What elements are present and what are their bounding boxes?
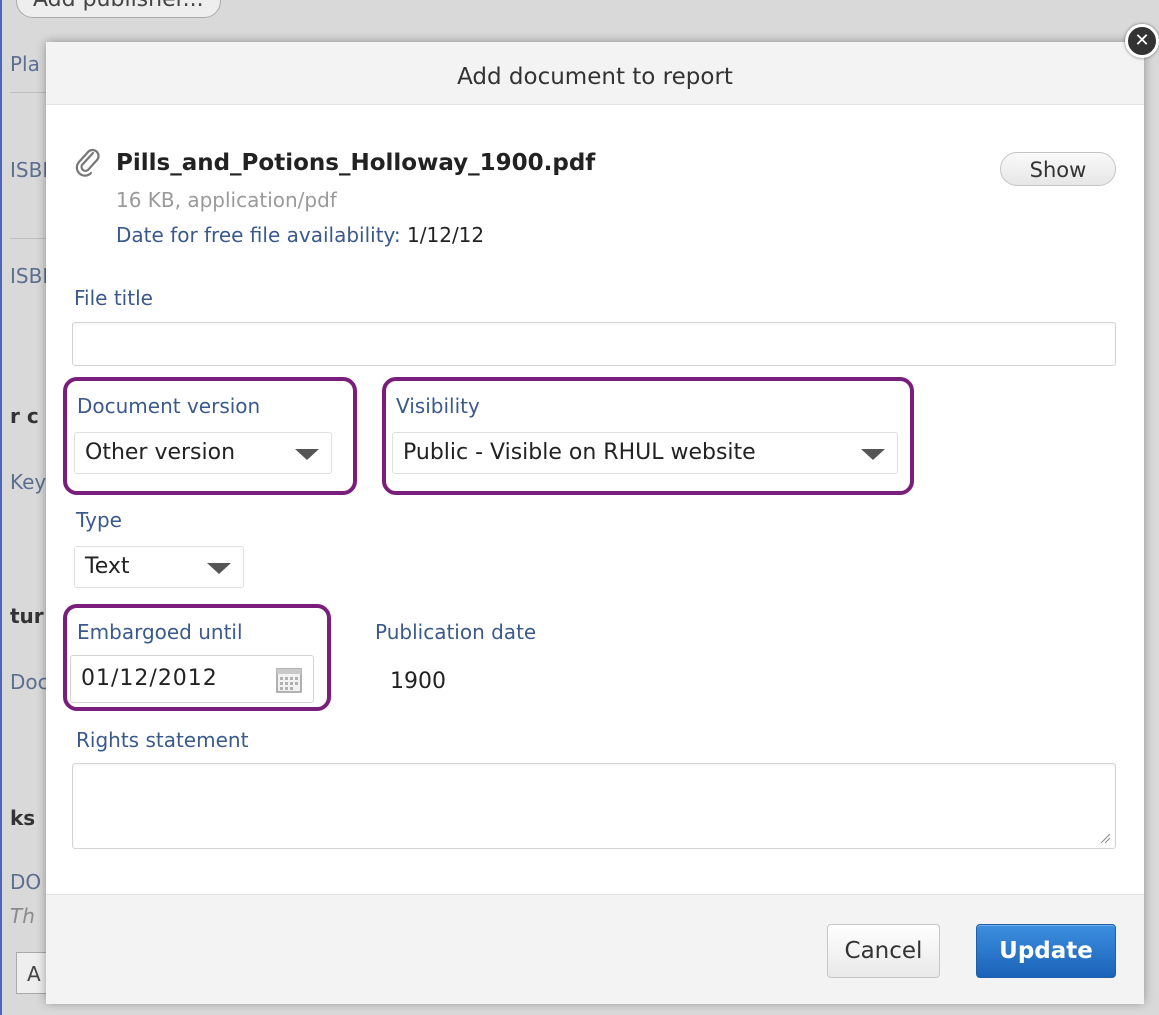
show-button[interactable]: Show — [1000, 152, 1116, 186]
dialog-title: Add document to report — [46, 42, 1144, 105]
bg-fragment: Pla — [10, 52, 40, 76]
file-meta: 16 KB, application/pdf — [116, 188, 337, 212]
visibility-select[interactable]: Public - Visible on RHUL website — [392, 432, 898, 474]
bg-fragment: Key — [10, 470, 47, 494]
rights-statement-textarea[interactable] — [72, 763, 1116, 849]
dropdown-arrow-icon — [295, 449, 319, 460]
dropdown-arrow-icon — [207, 563, 231, 574]
bg-fragment: r c — [10, 404, 39, 428]
free-availability-label: Date for free file availability: — [116, 223, 401, 247]
bg-fragment: tur — [10, 604, 44, 628]
embargoed-until-input[interactable]: 01/12/2012 — [70, 655, 314, 703]
type-select[interactable]: Text — [74, 546, 244, 588]
free-availability-date: Date for free file availability: 1/12/12 — [116, 223, 484, 247]
dropdown-arrow-icon — [861, 449, 885, 460]
bg-fragment: ks — [10, 806, 36, 830]
rights-statement-label: Rights statement — [76, 728, 249, 752]
document-version-select[interactable]: Other version — [74, 432, 332, 474]
embargoed-until-label: Embargoed until — [77, 620, 243, 644]
close-icon[interactable]: ✕ — [1125, 24, 1159, 58]
embargoed-until-value: 01/12/2012 — [81, 666, 218, 691]
update-button[interactable]: Update — [976, 924, 1116, 978]
bg-fragment: Th — [10, 904, 35, 928]
add-publisher-button[interactable]: Add publisher... — [16, 0, 221, 18]
cancel-button[interactable]: Cancel — [827, 924, 940, 978]
paperclip-icon — [75, 148, 100, 177]
bg-fragment: ISBI — [10, 158, 49, 182]
visibility-label: Visibility — [396, 394, 480, 418]
publication-date-value: 1900 — [390, 669, 446, 694]
add-document-dialog: Add document to report Pills_and_Potions… — [46, 42, 1144, 1004]
type-value: Text — [85, 554, 130, 579]
type-label: Type — [76, 508, 122, 532]
document-version-value: Other version — [85, 440, 236, 465]
document-version-label: Document version — [77, 394, 261, 418]
bg-fragment: DO — [10, 870, 42, 894]
bg-fragment: ISBI — [10, 264, 49, 288]
dialog-footer: Cancel Update — [46, 894, 1144, 1004]
calendar-icon[interactable] — [275, 666, 303, 694]
file-title-label: File title — [74, 286, 153, 310]
file-title-input[interactable] — [72, 322, 1116, 366]
publication-date-label: Publication date — [375, 620, 537, 644]
free-availability-value: 1/12/12 — [407, 223, 485, 247]
bg-fragment: Doc — [10, 670, 49, 694]
resize-grip-icon[interactable] — [1099, 832, 1111, 844]
visibility-value: Public - Visible on RHUL website — [403, 440, 756, 465]
file-name: Pills_and_Potions_Holloway_1900.pdf — [116, 150, 596, 176]
